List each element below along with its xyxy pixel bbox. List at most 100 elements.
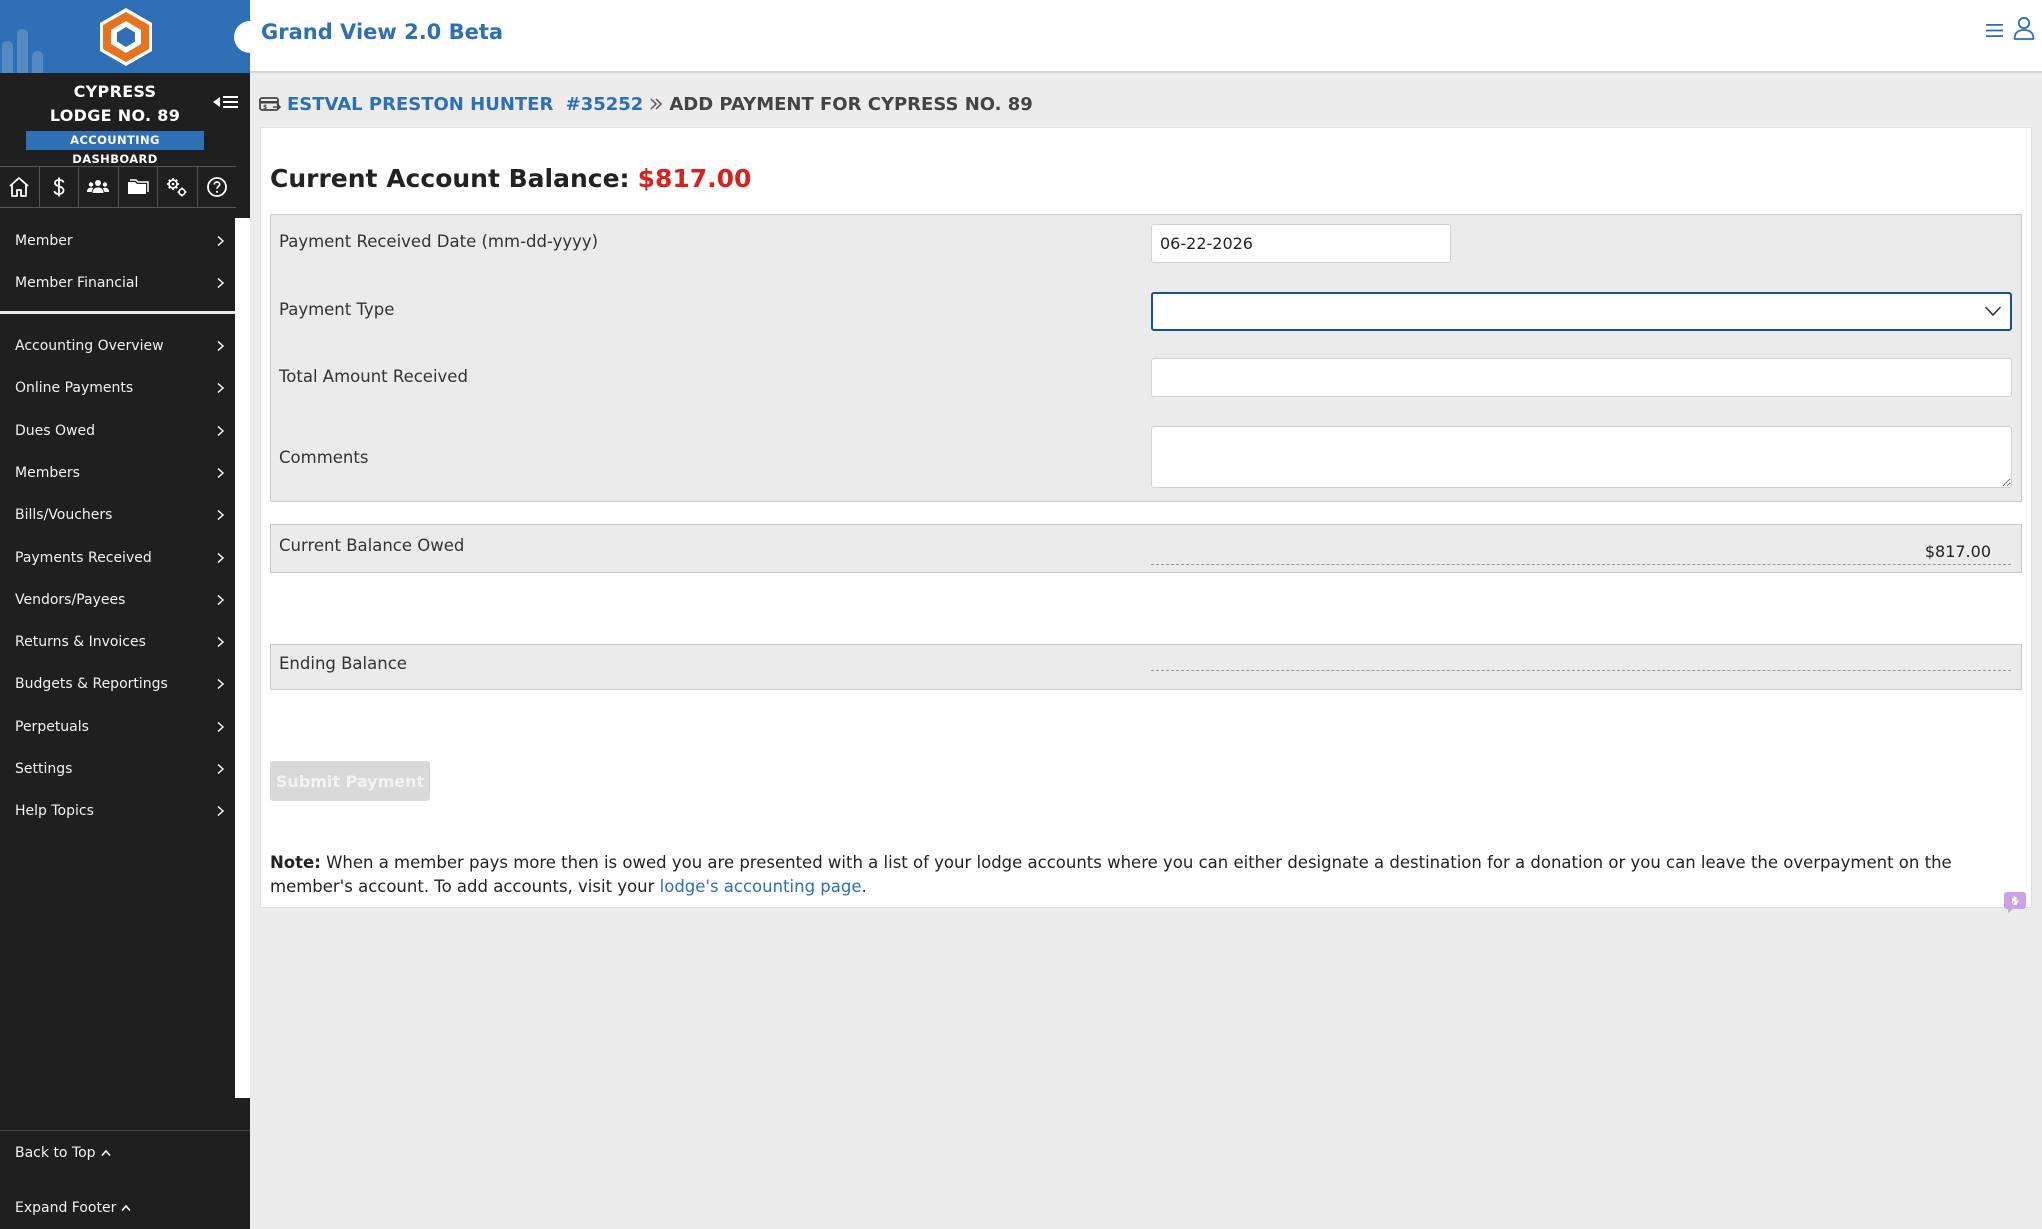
org-name: CYPRESS LODGE NO. 89 — [0, 80, 230, 128]
comments-textarea[interactable] — [1151, 426, 2012, 488]
note-suffix: . — [861, 877, 867, 896]
settings-gears-icon — [167, 178, 187, 197]
sidebar-item-bills-vouchers[interactable]: Bills/Vouchers — [0, 496, 235, 534]
folder-icon — [127, 179, 149, 194]
sidebar-scrollbar[interactable] — [235, 218, 250, 1098]
chevron-right-icon — [217, 340, 225, 352]
payment-form: Payment Received Date (mm-dd-yyyy) Payme… — [270, 214, 2022, 502]
banner-decoration — [17, 29, 28, 73]
chevron-right-icon — [217, 235, 225, 247]
chevron-right-icon — [217, 467, 225, 478]
sidebar-item-label: Members — [15, 464, 80, 481]
expand-footer-link[interactable]: Expand Footer — [15, 1200, 131, 1216]
payment-date-input[interactable] — [1151, 224, 1451, 263]
account-balance-label: Current Account Balance: — [270, 164, 630, 193]
help-icon — [206, 177, 227, 197]
banner-decoration — [2, 41, 13, 73]
sidebar-item-members[interactable]: Members — [0, 454, 235, 492]
back-to-top-link[interactable]: Back to Top — [15, 1145, 111, 1161]
breadcrumb-member-name: ESTVAL PRESTON HUNTER — [287, 93, 554, 115]
sidebar-item-dues-owed[interactable]: Dues Owed — [0, 412, 235, 450]
logo-icon[interactable] — [96, 6, 156, 68]
sidebar-item-help-topics[interactable]: Help Topics — [0, 792, 235, 830]
chevron-right-icon — [217, 806, 225, 817]
sidebar-item-label: Accounting Overview — [15, 338, 164, 354]
back-to-top-label: Back to Top — [15, 1145, 96, 1161]
svg-text:$: $ — [263, 104, 267, 111]
sidebar-collapse-toggle[interactable] — [213, 92, 243, 112]
ending-balance-value — [1151, 650, 2011, 671]
logo-banner — [0, 0, 250, 73]
sidebar-item-settings[interactable]: Settings — [0, 750, 235, 788]
chevron-right-icon — [217, 277, 225, 289]
banner-decoration — [32, 51, 43, 73]
comments-label: Comments — [279, 448, 369, 467]
nav-documents[interactable] — [119, 167, 158, 207]
current-balance-owed-label: Current Balance Owed — [279, 536, 465, 555]
sidebar-item-member[interactable]: Member — [0, 222, 235, 260]
nav-help[interactable] — [198, 167, 237, 207]
double-chevron-right-icon — [650, 98, 663, 110]
sidebar-item-accounting-overview[interactable]: Accounting Overview — [0, 327, 235, 365]
sidebar-item-member-financial[interactable]: Member Financial — [0, 264, 235, 302]
sidebar-item-label: Dues Owed — [15, 422, 95, 439]
chevron-right-icon — [217, 425, 225, 436]
note-prefix: Note: — [270, 853, 321, 872]
sidebar-divider — [0, 311, 235, 314]
chevron-right-icon — [217, 721, 225, 732]
menu-icon[interactable] — [1986, 22, 2003, 39]
chevron-down-icon — [1984, 306, 2002, 317]
caret-left-icon — [213, 97, 220, 107]
sidebar-item-label: Vendors/Payees — [15, 591, 126, 608]
sidebar-item-vendors-payees[interactable]: Vendors/Payees — [0, 581, 235, 619]
sidebar-item-label: Perpetuals — [15, 718, 89, 735]
app-title[interactable]: Grand View 2.0 Beta — [261, 20, 503, 44]
chevron-right-icon — [217, 679, 225, 690]
sidebar-item-label: Settings — [15, 761, 73, 777]
sidebar-item-payments-received[interactable]: Payments Received — [0, 539, 235, 577]
note-text: When a member pays more then is owed you… — [270, 853, 1952, 896]
sidebar-item-label: Online Payments — [15, 380, 134, 397]
sidebar-item-budgets-reportings[interactable]: Budgets & Reportings — [0, 665, 235, 703]
top-bar: Grand View 2.0 Beta — [234, 0, 2042, 73]
ending-balance-row: Ending Balance — [270, 644, 2022, 690]
total-amount-label: Total Amount Received — [279, 367, 468, 386]
dollar-icon — [53, 177, 65, 197]
dashboard-badge: ACCOUNTING DASHBOARD — [26, 131, 204, 166]
sidebar-item-label: Returns & Invoices — [15, 634, 146, 651]
sidebar-item-perpetuals[interactable]: Perpetuals — [0, 708, 235, 746]
sidebar-footer-divider — [0, 1130, 250, 1131]
breadcrumb-member-id: #35252 — [565, 93, 644, 115]
chevron-up-icon — [100, 1149, 111, 1157]
home-icon — [9, 177, 29, 197]
total-amount-input[interactable] — [1151, 358, 2012, 397]
payment-card-icon: $ — [259, 97, 281, 111]
sidebar-icon-row — [0, 166, 236, 208]
chevron-right-icon — [217, 763, 225, 775]
current-balance-owed-row: Current Balance Owed $817.00 — [270, 524, 2022, 573]
members-icon — [87, 180, 110, 193]
breadcrumb-member-link[interactable]: ESTVAL PRESTON HUNTER #35252 — [287, 94, 643, 115]
payment-type-select[interactable] — [1151, 292, 2012, 331]
payment-date-label: Payment Received Date (mm-dd-yyyy) — [279, 232, 599, 251]
hamburger-icon — [223, 96, 238, 108]
submit-payment-button[interactable]: Submit Payment — [270, 761, 430, 801]
nav-accounting[interactable] — [40, 167, 79, 207]
nav-settings[interactable] — [158, 167, 198, 207]
overpayment-note: Note: When a member pays more then is ow… — [270, 851, 2020, 899]
sidebar-item-label: Help Topics — [15, 803, 94, 820]
nav-members[interactable] — [79, 167, 119, 207]
sidebar-item-online-payments[interactable]: Online Payments — [0, 369, 235, 407]
sidebar-item-label: Bills/Vouchers — [15, 507, 113, 524]
ending-balance-label: Ending Balance — [279, 654, 407, 673]
lodge-accounting-link[interactable]: lodge's accounting page — [660, 877, 862, 896]
sidebar: CYPRESS LODGE NO. 89 ACCOUNTING DASHBOAR… — [0, 0, 250, 1229]
chevron-right-icon — [217, 637, 225, 648]
sidebar-item-returns-invoices[interactable]: Returns & Invoices — [0, 623, 235, 661]
chat-widget-icon[interactable] — [2003, 891, 2027, 913]
sidebar-item-label: Budgets & Reportings — [15, 676, 168, 693]
nav-home[interactable] — [0, 167, 40, 207]
chevron-right-icon — [217, 383, 225, 394]
user-icon[interactable] — [2013, 16, 2035, 40]
current-balance-owed-value: $817.00 — [1151, 542, 2011, 565]
